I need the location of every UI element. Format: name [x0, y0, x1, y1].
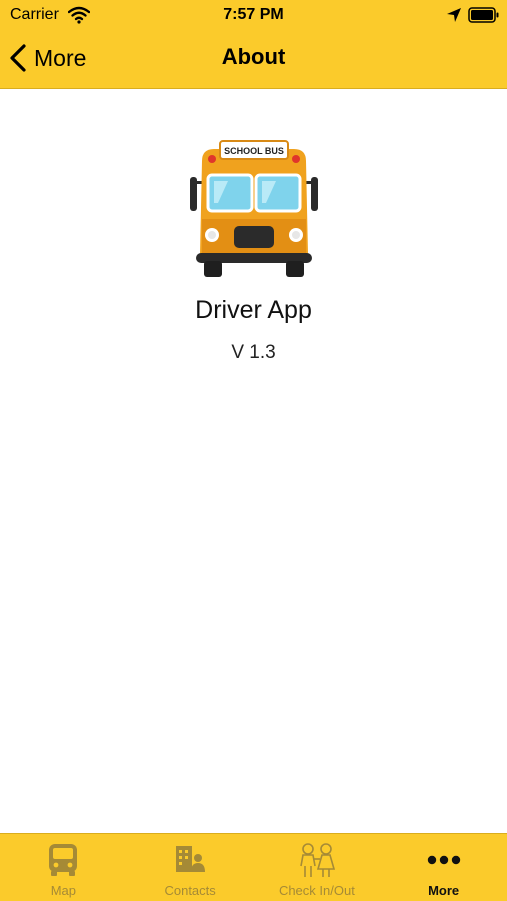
status-bar: Carrier 7:57 PM — [0, 0, 507, 30]
bus-icon — [49, 844, 78, 876]
page-title: About — [221, 44, 286, 69]
nav-bar: More About — [0, 30, 507, 88]
more-icon — [427, 855, 460, 865]
tab-check-in-out[interactable]: Check In/Out — [254, 834, 381, 901]
school-bus-logo: SCHOOL BUS — [190, 140, 318, 277]
tab-label: Contacts — [164, 883, 216, 898]
location-arrow-icon — [447, 8, 461, 22]
tab-label: More — [428, 883, 460, 898]
about-content: SCHOOL BUS Driver App V 1.3 — [0, 89, 507, 833]
status-time: 7:57 PM — [223, 6, 284, 23]
tab-map[interactable]: Map — [0, 834, 127, 901]
contacts-icon — [176, 846, 206, 872]
header: Carrier 7:57 PM More About — [0, 0, 507, 89]
tab-contacts[interactable]: Contacts — [127, 834, 254, 901]
app-version: V 1.3 — [231, 342, 276, 363]
battery-icon — [468, 7, 499, 23]
app-name: Driver App — [195, 296, 312, 324]
tab-bar: Map Contacts Check In/Out More — [0, 833, 507, 901]
bus-sign-text: SCHOOL BUS — [224, 146, 284, 156]
tab-more[interactable]: More — [380, 834, 507, 901]
children-icon — [300, 843, 335, 877]
tab-label: Map — [50, 883, 77, 898]
tab-label: Check In/Out — [278, 883, 355, 898]
